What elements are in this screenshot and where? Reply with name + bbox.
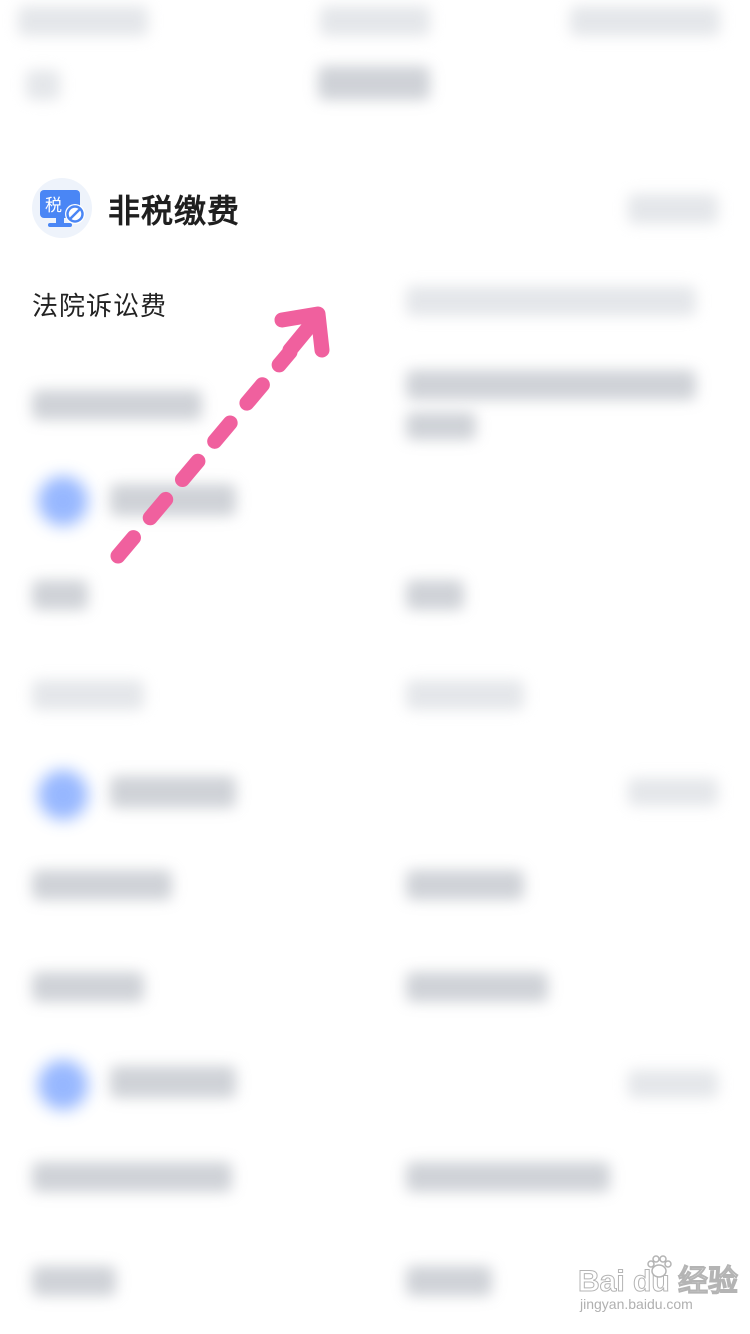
baidu-paw-icon (647, 1255, 672, 1278)
arrow-annotation-icon (110, 306, 330, 564)
app-screen: 税 非税缴费 法院诉讼费 Bai du 经验 jingyan.baidu.com (0, 0, 750, 1334)
watermark-url-text: jingyan.baidu.com (580, 1296, 693, 1312)
baidu-watermark: Bai du 经验 jingyan.baidu.com (578, 1252, 739, 1322)
